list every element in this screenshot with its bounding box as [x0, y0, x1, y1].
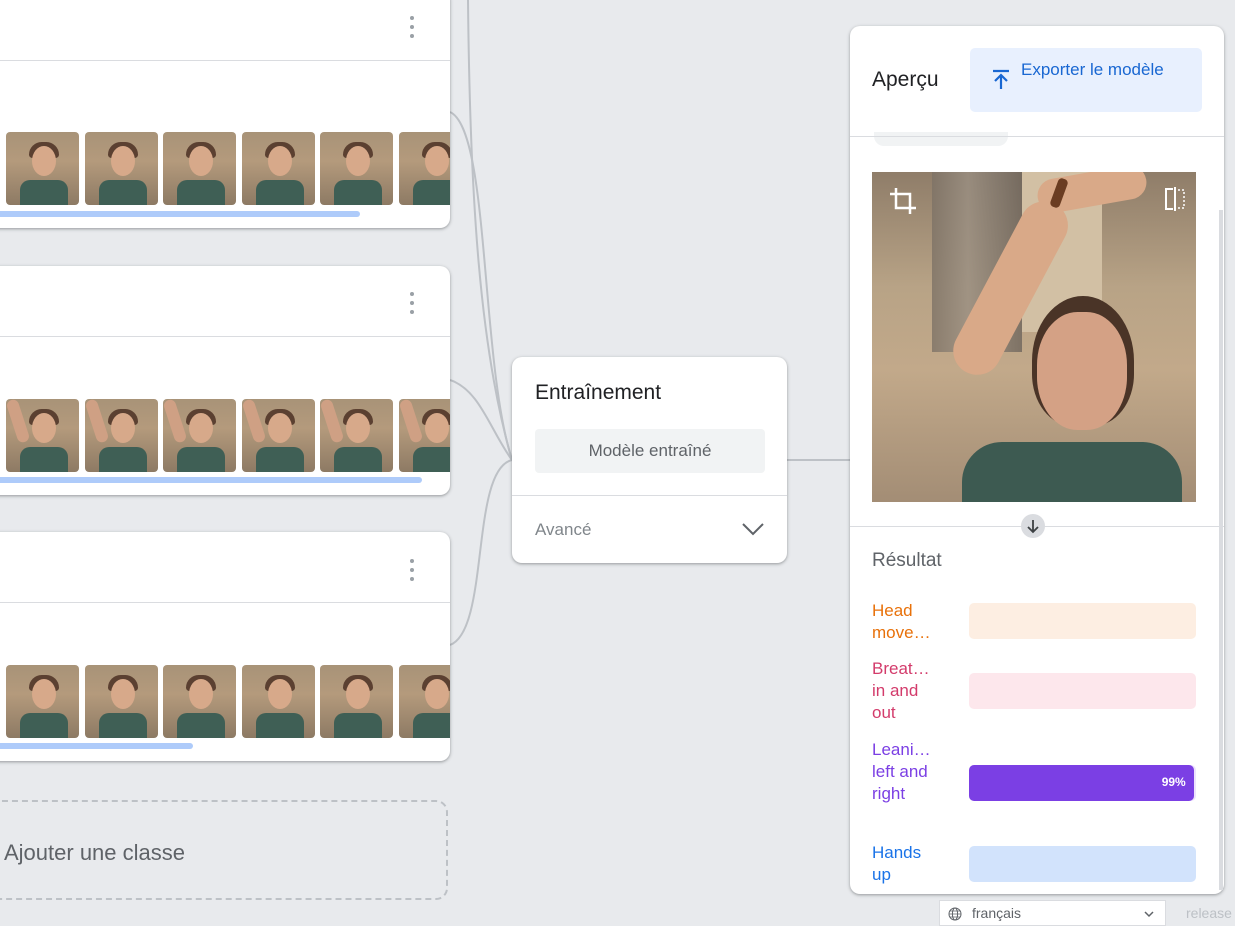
result-percent: 99% — [1161, 775, 1186, 789]
class-card-header — [0, 0, 450, 61]
sample-thumbnail[interactable] — [6, 399, 79, 472]
flip-icon[interactable] — [1162, 186, 1188, 212]
webcam-preview — [872, 172, 1196, 502]
result-label-leaning: Leani… left and right — [872, 740, 931, 803]
divider — [850, 136, 1224, 137]
result-label-hands-up: Hands up — [872, 843, 922, 884]
class-card-3 — [0, 532, 450, 761]
export-model-label: Exporter le modèle — [1021, 60, 1164, 79]
result-bar-fill: 99% — [969, 765, 1194, 801]
sample-thumbnail[interactable] — [6, 132, 79, 205]
sample-thumbnail[interactable] — [163, 132, 236, 205]
advanced-label[interactable]: Avancé — [535, 520, 591, 540]
sample-thumbnails — [6, 399, 450, 472]
result-bar-head-movement — [969, 603, 1196, 639]
preview-title: Aperçu — [872, 68, 939, 91]
class-card-2 — [0, 266, 450, 495]
release-link[interactable]: release — [1186, 905, 1232, 921]
sample-thumbnail[interactable] — [84, 132, 158, 205]
arrow-down-icon[interactable] — [1021, 514, 1045, 538]
more-vert-icon[interactable] — [404, 16, 420, 38]
globe-icon — [948, 907, 962, 921]
divider — [512, 495, 787, 496]
sample-thumbnails — [6, 132, 450, 205]
sample-thumbnail[interactable] — [320, 665, 393, 738]
sample-thumbnail[interactable] — [84, 399, 158, 472]
sample-thumbnail[interactable] — [6, 665, 79, 738]
training-title: Entraînement — [535, 381, 662, 404]
sample-thumbnail[interactable] — [398, 132, 450, 205]
chevron-down-icon — [1144, 911, 1154, 918]
sample-thumbnail[interactable] — [320, 399, 393, 472]
sample-thumbnail[interactable] — [163, 399, 236, 472]
result-bar-hands-up — [969, 846, 1196, 882]
upload-icon — [993, 69, 1009, 89]
preview-panel: Aperçu Exporter le modèle Résultat Head … — [850, 26, 1224, 894]
add-class-button[interactable]: Ajouter une classe — [0, 800, 448, 900]
train-model-button[interactable]: Modèle entraîné — [535, 429, 765, 473]
sample-progress-bar — [0, 743, 193, 749]
input-toggle[interactable] — [874, 132, 1008, 146]
sample-thumbnail[interactable] — [241, 132, 315, 205]
chevron-down-icon[interactable] — [741, 517, 765, 541]
sample-thumbnail[interactable] — [241, 665, 315, 738]
sample-thumbnail[interactable] — [84, 665, 158, 738]
sample-thumbnail[interactable] — [398, 665, 450, 738]
sample-thumbnail[interactable] — [320, 132, 393, 205]
more-vert-icon[interactable] — [404, 559, 420, 581]
crop-icon[interactable] — [888, 186, 918, 216]
sample-progress-bar — [0, 211, 360, 217]
add-class-label: Ajouter une classe — [4, 840, 185, 865]
sample-thumbnail[interactable] — [163, 665, 236, 738]
result-bar-leaning: 99% — [969, 765, 1196, 801]
sample-thumbnail[interactable] — [241, 399, 315, 472]
result-bar-breathing — [969, 673, 1196, 709]
result-title: Résultat — [872, 550, 942, 571]
result-label-head-movement: Head move… — [872, 601, 931, 642]
sample-thumbnail[interactable] — [398, 399, 450, 472]
sample-thumbnails — [6, 665, 450, 738]
training-card: Entraînement Modèle entraîné Avancé — [512, 357, 787, 563]
sample-progress-bar — [0, 477, 422, 483]
class-card-1 — [0, 0, 450, 228]
more-vert-icon[interactable] — [404, 292, 420, 314]
result-label-breathing: Breat… in and out — [872, 659, 930, 722]
class-card-header — [0, 532, 450, 603]
language-select[interactable]: français — [939, 900, 1166, 926]
export-model-button[interactable]: Exporter le modèle — [970, 48, 1202, 112]
scrollbar[interactable] — [1219, 210, 1223, 890]
language-value: français — [972, 905, 1022, 921]
class-card-header — [0, 266, 450, 337]
